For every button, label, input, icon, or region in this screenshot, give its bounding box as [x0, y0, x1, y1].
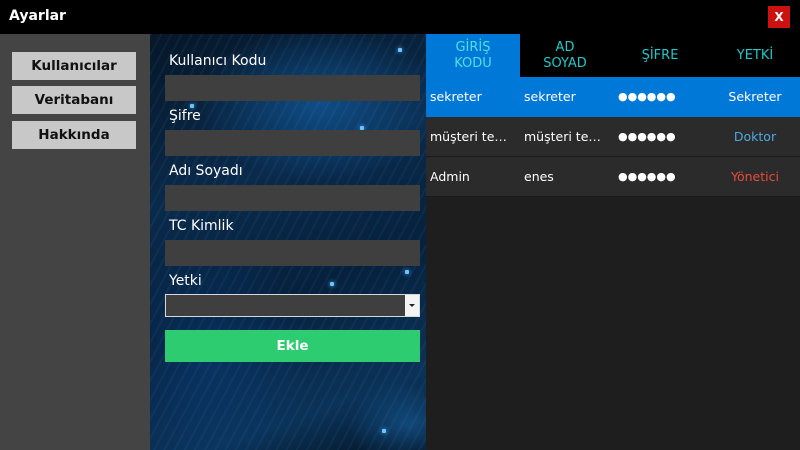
- user-code-input[interactable]: [165, 75, 420, 101]
- background-light: [405, 270, 409, 274]
- cell-login-code: sekreter: [430, 89, 482, 104]
- table-header: GİRİŞ KODU AD SOYAD ŞİFRE YETKİ: [426, 34, 800, 77]
- cell-name: müşteri temsilcisi: [524, 129, 612, 144]
- role-label: Yetki: [169, 273, 202, 289]
- cell-role: Yönetici: [731, 169, 779, 184]
- sidebar: Kullanıcılar Veritabanı Hakkında: [0, 34, 150, 450]
- cell-password: ●●●●●●: [618, 130, 676, 143]
- cell-role: Sekreter: [728, 89, 782, 104]
- cell-name: sekreter: [524, 89, 576, 104]
- background-light: [382, 429, 386, 433]
- column-header-login-code[interactable]: GİRİŞ KODU: [426, 34, 520, 77]
- tc-id-label: TC Kimlik: [169, 218, 234, 234]
- cell-password: ●●●●●●: [618, 170, 676, 183]
- user-code-label: Kullanıcı Kodu: [169, 53, 267, 69]
- tc-id-input[interactable]: [165, 240, 420, 266]
- window-title: Ayarlar: [9, 8, 66, 24]
- table-row[interactable]: sekreter sekreter ●●●●●● Sekreter: [426, 77, 800, 117]
- add-button[interactable]: Ekle: [165, 330, 420, 362]
- password-label: Şifre: [169, 108, 201, 124]
- chevron-down-icon: [409, 304, 415, 307]
- table-row[interactable]: Admin enes ●●●●●● Yönetici: [426, 157, 800, 197]
- cell-login-code: Admin: [430, 169, 470, 184]
- cell-name: enes: [524, 169, 554, 184]
- close-button[interactable]: X: [768, 6, 790, 28]
- password-input[interactable]: [165, 130, 420, 156]
- column-header-role[interactable]: YETKİ: [710, 34, 800, 77]
- title-bar: Ayarlar X: [0, 0, 800, 34]
- background-light: [330, 282, 334, 286]
- sidebar-item-users[interactable]: Kullanıcılar: [12, 52, 136, 80]
- column-header-name[interactable]: AD SOYAD: [520, 34, 610, 77]
- users-table: GİRİŞ KODU AD SOYAD ŞİFRE YETKİ sekreter…: [426, 34, 800, 450]
- cell-role: Doktor: [733, 129, 777, 144]
- sidebar-item-database[interactable]: Veritabanı: [12, 86, 136, 114]
- table-row[interactable]: müşteri temsilcisi müşteri temsilcisi ●●…: [426, 117, 800, 157]
- full-name-label: Adı Soyadı: [169, 163, 243, 179]
- column-header-password[interactable]: ŞİFRE: [610, 34, 710, 77]
- cell-login-code: müşteri temsilcisi: [430, 129, 518, 144]
- cell-password: ●●●●●●: [618, 90, 676, 103]
- sidebar-item-about[interactable]: Hakkında: [12, 121, 136, 149]
- background-light: [398, 48, 402, 52]
- role-select[interactable]: [165, 294, 420, 317]
- user-form-panel: Kullanıcı Kodu Şifre Adı Soyadı TC Kimli…: [150, 34, 426, 450]
- full-name-input[interactable]: [165, 185, 420, 211]
- dropdown-arrow-button[interactable]: [405, 295, 419, 316]
